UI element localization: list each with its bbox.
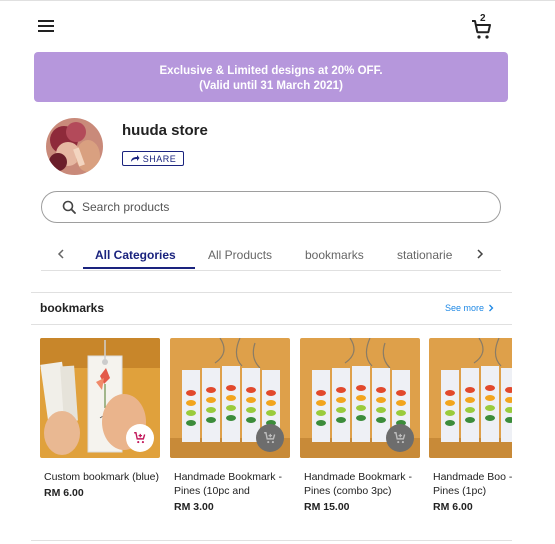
product-card[interactable]: Handmade Bookmark - Pines (10pc and RM 3… <box>170 338 290 513</box>
add-to-cart-icon <box>264 432 276 444</box>
add-to-cart-button[interactable] <box>256 424 284 452</box>
product-card[interactable]: Handmade Boo - Pines (1pc) RM 6.00 <box>429 338 512 513</box>
section-title: bookmarks <box>40 301 105 315</box>
search-icon <box>62 200 76 214</box>
tab-all-categories[interactable]: All Categories <box>95 248 176 262</box>
product-image <box>300 338 420 458</box>
product-price: RM 6.00 <box>44 487 84 499</box>
section-divider-bottom <box>31 540 512 541</box>
product-carousel: Custom bookmark (blue) RM 6.00 Handmade … <box>40 338 512 528</box>
store-name: huuda store <box>122 122 208 139</box>
product-name: Handmade Bookmark - Pines (10pc and <box>174 471 282 497</box>
share-arrow-icon <box>130 155 140 162</box>
product-name: Custom bookmark (blue) <box>44 471 159 483</box>
chevron-right-icon <box>477 249 484 259</box>
product-name: Handmade Boo - Pines (1pc) <box>433 471 512 497</box>
promo-line-1: Exclusive & Limited designs at 20% OFF. <box>159 65 383 77</box>
promo-line-2: (Valid until 31 March 2021) <box>199 80 343 92</box>
tab-bookmarks[interactable]: bookmarks <box>305 248 364 262</box>
add-to-cart-button[interactable] <box>126 424 154 452</box>
add-to-cart-button[interactable] <box>386 424 414 452</box>
promo-banner: Exclusive & Limited designs at 20% OFF. … <box>34 52 508 102</box>
add-to-cart-icon <box>134 432 146 444</box>
tab-stationarie[interactable]: stationarie <box>397 248 452 262</box>
store-avatar <box>46 118 103 175</box>
chevron-right-icon <box>489 304 494 312</box>
search-box[interactable] <box>41 191 501 223</box>
menu-icon[interactable] <box>36 18 56 36</box>
see-more-link[interactable]: See more <box>445 303 494 313</box>
tab-all-products[interactable]: All Products <box>208 248 272 262</box>
section-divider-top <box>31 292 512 293</box>
product-price: RM 6.00 <box>433 501 473 513</box>
product-card[interactable]: Handmade Bookmark - Pines (combo 3pc) RM… <box>300 338 420 513</box>
tabs-next-button[interactable] <box>470 244 490 264</box>
active-tab-indicator <box>83 267 195 269</box>
section-divider <box>31 324 512 325</box>
cart-count-badge: 2 <box>480 13 486 24</box>
product-name: Handmade Bookmark - Pines (combo 3pc) <box>304 471 412 497</box>
product-image <box>40 338 160 458</box>
cart-button[interactable]: 2 <box>470 13 496 40</box>
top-divider <box>0 0 555 1</box>
share-label: SHARE <box>142 153 177 164</box>
tabs-prev-button[interactable] <box>51 244 71 264</box>
product-card[interactable]: Custom bookmark (blue) RM 6.00 <box>40 338 160 499</box>
product-price: RM 3.00 <box>174 501 214 513</box>
search-input[interactable] <box>82 200 462 214</box>
product-price: RM 15.00 <box>304 501 350 513</box>
chevron-left-icon <box>57 249 64 259</box>
product-image <box>429 338 512 458</box>
product-image <box>170 338 290 458</box>
add-to-cart-icon <box>394 432 406 444</box>
see-more-label: See more <box>445 303 485 313</box>
category-tabs: All Categories All Products bookmarks st… <box>41 238 501 271</box>
share-button[interactable]: SHARE <box>122 151 184 166</box>
